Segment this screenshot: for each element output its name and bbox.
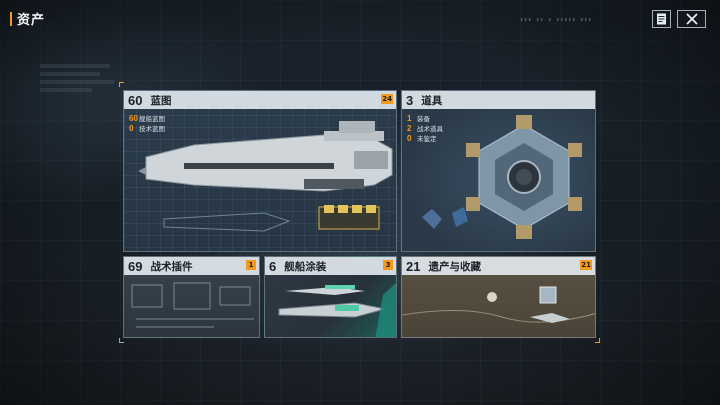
card-title: 战术插件	[150, 260, 193, 273]
notes-button[interactable]	[652, 10, 671, 28]
ship-paint-card[interactable]: 6 舰船涂装 3	[264, 256, 397, 338]
close-button[interactable]	[677, 10, 706, 28]
card-body	[402, 275, 595, 337]
notification-badge: 1	[246, 260, 256, 270]
card-title: 遗产与收藏	[428, 260, 481, 273]
blueprints-card[interactable]: 60 蓝图 24 60 舰船蓝图 0 技术蓝图	[123, 90, 397, 252]
close-icon	[685, 13, 698, 25]
plugin-schematic-image	[131, 282, 254, 328]
card-count: 60	[128, 92, 143, 108]
card-header: 6 舰船涂装 3	[265, 257, 396, 275]
collection-artifacts-image	[402, 286, 595, 323]
frame-corner	[119, 338, 124, 343]
card-body	[124, 275, 259, 337]
title-accent-bar	[10, 11, 12, 26]
page-title: 资产	[17, 13, 46, 28]
card-body: 1 装备 2 战术道具 0 未鉴定	[402, 109, 595, 251]
items-card[interactable]: 3 道具 1 装备 2 战术道具 0 未鉴定	[401, 90, 596, 252]
legacy-collections-card[interactable]: 21 遗产与收藏 21	[401, 256, 596, 338]
card-title: 道具	[421, 94, 443, 107]
frame-corner	[119, 82, 124, 87]
assets-panel: 60 蓝图 24 60 舰船蓝图 0 技术蓝图 3 道具 1 装备 2 战术道具…	[119, 82, 600, 343]
card-header: 21 遗产与收藏 21	[402, 257, 595, 275]
ship-paint-image	[278, 282, 396, 337]
card-count: 21	[406, 258, 421, 274]
card-header: 69 战术插件 1	[124, 257, 259, 275]
card-count: 69	[128, 258, 143, 274]
notification-badge: 21	[580, 260, 592, 270]
card-body: 60 舰船蓝图 0 技术蓝图	[124, 109, 396, 251]
card-title: 蓝图	[150, 94, 172, 107]
top-decoration: ▮▮▮ ▮▮ ▮ ▮▮▮▮▮ ▮▮▮	[520, 17, 593, 23]
notes-icon	[657, 13, 666, 25]
card-title: 舰船涂装	[284, 260, 327, 273]
ship-blueprint-image	[138, 121, 393, 232]
notification-badge: 24	[381, 94, 393, 104]
card-header: 3 道具	[402, 91, 595, 109]
top-bar: 资产 ▮▮▮ ▮▮ ▮ ▮▮▮▮▮ ▮▮▮	[0, 0, 720, 36]
card-header: 60 蓝图 24	[124, 91, 396, 109]
notification-badge: 3	[383, 260, 393, 270]
station-module-image	[422, 115, 582, 239]
card-count: 6	[269, 258, 277, 274]
card-body	[265, 275, 396, 337]
frame-corner	[595, 338, 600, 343]
card-count: 3	[406, 92, 414, 108]
page-title-group: 资产	[10, 9, 45, 28]
tactical-plugins-card[interactable]: 69 战术插件 1	[123, 256, 260, 338]
